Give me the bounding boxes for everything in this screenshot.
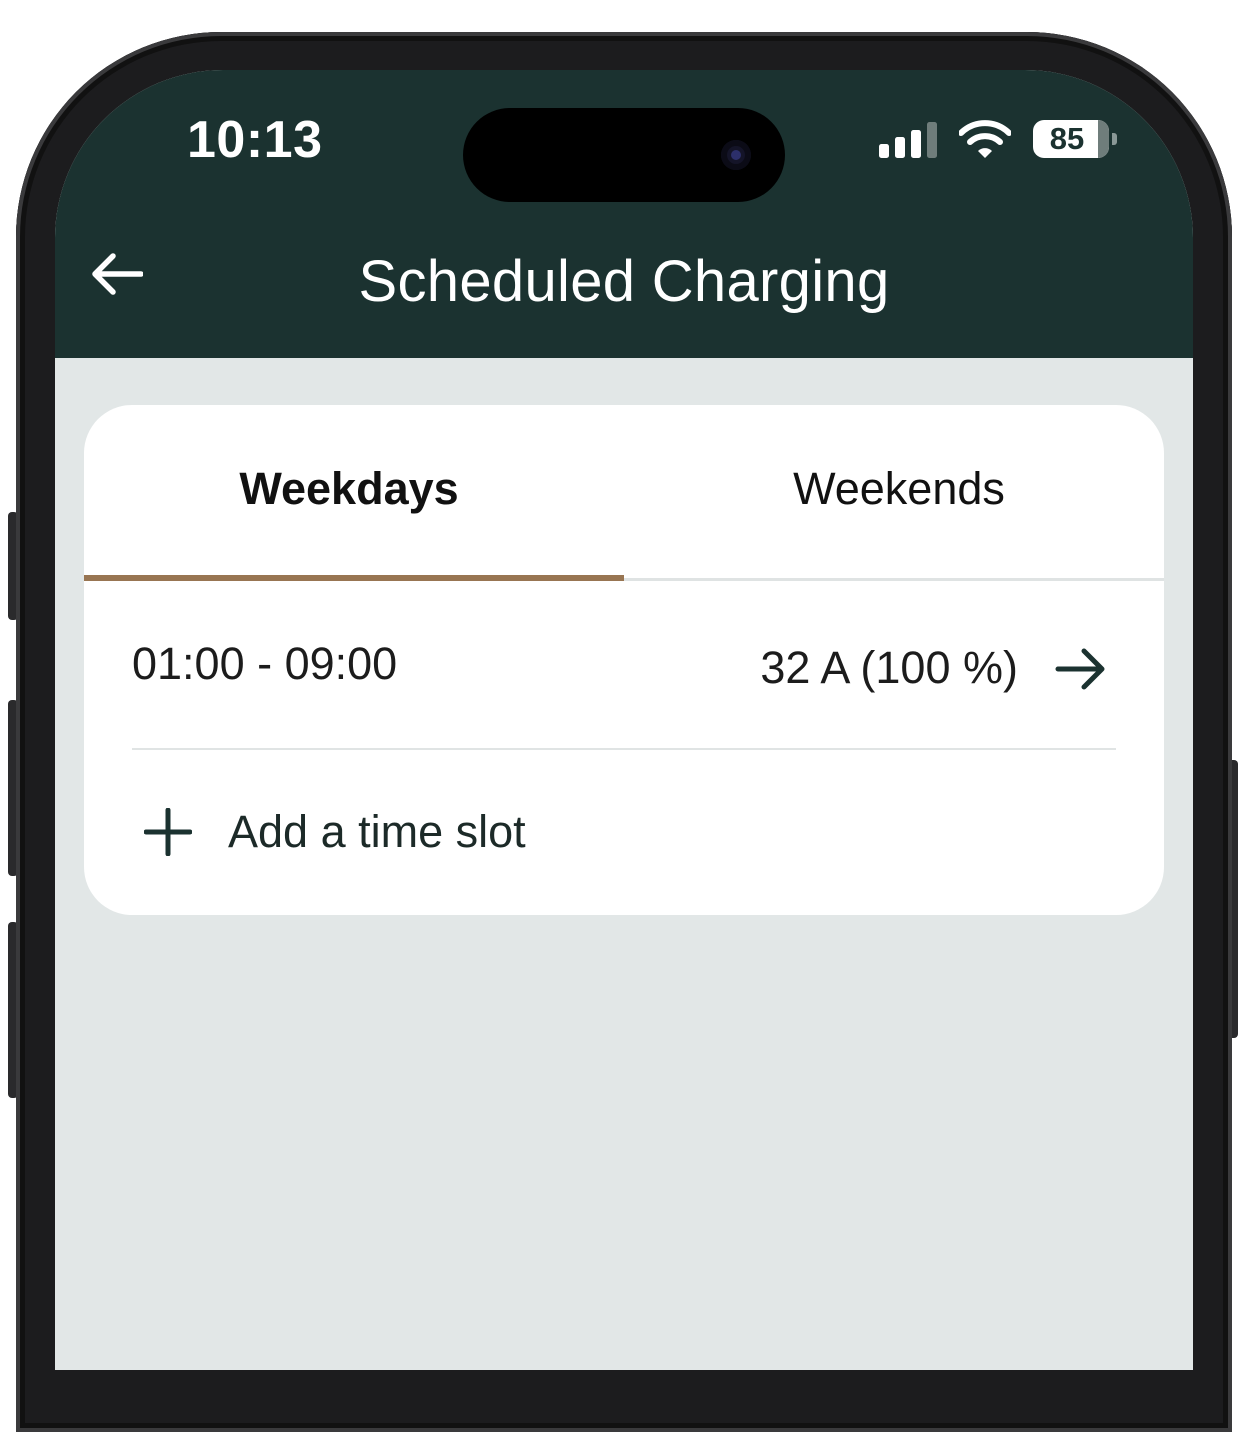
- status-time: 10:13: [187, 111, 323, 169]
- cellular-signal-icon: [879, 122, 937, 158]
- tab-weekdays[interactable]: Weekdays: [84, 405, 624, 581]
- tab-weekends[interactable]: Weekends: [624, 405, 1164, 581]
- time-slot-row[interactable]: 01:00 - 09:00 32 A (100 %): [132, 584, 1116, 750]
- wifi-icon: [959, 120, 1011, 158]
- tab-selected-indicator: [84, 575, 624, 581]
- battery-level: 85: [1049, 121, 1085, 156]
- battery-cap: [1112, 133, 1117, 145]
- dynamic-island: [463, 108, 785, 202]
- battery-icon: 85: [1033, 120, 1119, 158]
- time-slot-range: 01:00 - 09:00: [132, 638, 398, 689]
- front-camera-icon: [721, 140, 751, 170]
- add-time-slot-label: Add a time slot: [228, 806, 526, 857]
- day-tabs: Weekdays Weekends: [84, 405, 1164, 581]
- schedule-card: Weekdays Weekends 01:00 - 09:00 32 A (10…: [84, 405, 1164, 915]
- plus-icon: [144, 808, 192, 856]
- phone-screen: 10:13 85 Scheduled Charging Weekdays Wee…: [55, 70, 1193, 1370]
- time-slot-current: 32 A (100 %): [760, 642, 1018, 693]
- arrow-right-icon[interactable]: [1054, 642, 1108, 696]
- add-time-slot-button[interactable]: Add a time slot: [132, 752, 1116, 915]
- page-title: Scheduled Charging: [358, 249, 890, 314]
- app-header: 10:13 85 Scheduled Charging: [55, 70, 1193, 358]
